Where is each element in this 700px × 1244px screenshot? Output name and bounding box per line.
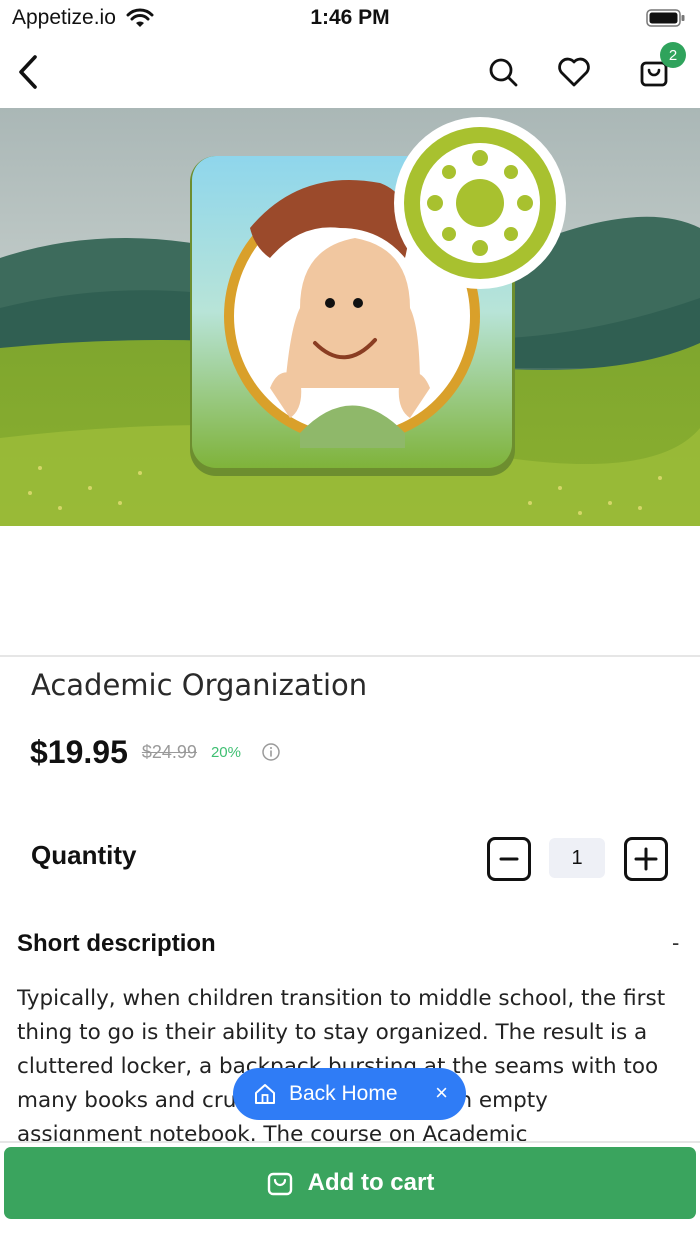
quantity-decrease-button[interactable] (487, 837, 531, 881)
description-collapse-toggle[interactable]: - (672, 930, 688, 960)
quantity-label: Quantity (31, 840, 137, 870)
cart-button[interactable]: 2 (632, 42, 686, 94)
search-button[interactable] (481, 50, 525, 94)
back-arrow-icon (19, 55, 37, 89)
product-image (0, 108, 700, 526)
favorite-button[interactable] (552, 50, 596, 94)
shopping-bag-icon (267, 1172, 292, 1196)
minus-icon (499, 857, 519, 861)
add-to-cart-button[interactable]: Add to cart (4, 1147, 696, 1219)
price-row: $19.95 $24.99 20% (30, 730, 281, 774)
status-time: 1:46 PM (310, 6, 390, 29)
quantity-input[interactable]: 1 (549, 838, 605, 878)
bottom-divider (0, 1141, 700, 1143)
section-divider (0, 655, 700, 657)
back-home-button[interactable]: Back Home × (233, 1068, 466, 1120)
info-icon[interactable] (261, 742, 281, 762)
plus-icon (634, 847, 658, 871)
search-icon (489, 58, 518, 87)
add-to-cart-label: Add to cart (307, 1169, 435, 1196)
cart-count-badge: 2 (660, 42, 686, 68)
nav-bar: 2 (0, 36, 700, 108)
original-price: $24.99 (141, 741, 197, 762)
discount-badge: 20% (210, 743, 241, 761)
product-title: Academic Organization (31, 668, 368, 702)
current-price: $19.95 (30, 733, 128, 770)
back-home-label: Back Home (289, 1082, 398, 1105)
home-icon (255, 1084, 275, 1104)
description-title: Short description (17, 930, 216, 957)
quantity-increase-button[interactable] (624, 837, 668, 881)
back-button[interactable] (6, 50, 50, 94)
close-icon[interactable]: × (435, 1080, 448, 1106)
status-bar: Appetize.io 1:46 PM (0, 0, 700, 36)
battery-icon (646, 9, 685, 27)
heart-icon (558, 57, 590, 87)
